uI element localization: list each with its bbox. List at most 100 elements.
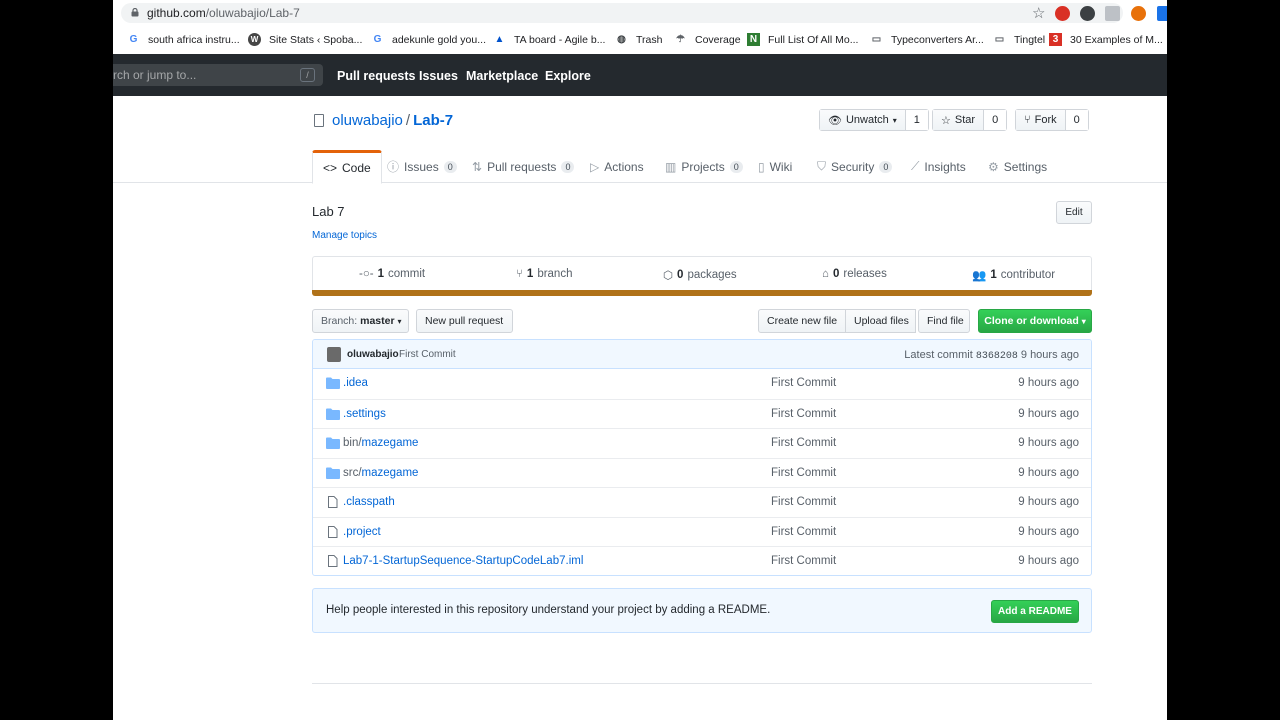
nav-marketplace[interactable]: Marketplace (466, 69, 538, 83)
bookmark-item[interactable]: ☂ Coverage (674, 33, 741, 46)
star-label: Star (954, 114, 976, 126)
tab-actions[interactable]: ▷ Actions (590, 150, 644, 183)
repo-name-link[interactable]: Lab-7 (413, 112, 453, 129)
folder-icon (326, 408, 340, 420)
manage-topics-link[interactable]: Manage topics (312, 230, 377, 241)
clone-download-button[interactable]: Clone or download ▾ (978, 309, 1092, 333)
star-count[interactable]: 0 (984, 110, 1007, 130)
commit-author-link[interactable]: oluwabajio (347, 349, 399, 360)
bookmark-item[interactable]: Gsouth africa instru... (127, 33, 240, 46)
folder-icon: ▭ (871, 34, 882, 45)
star-button[interactable]: ☆ Star (933, 110, 985, 130)
file-name-link[interactable]: .project (343, 526, 381, 538)
contributors-link[interactable]: 👥 1 contributor (972, 268, 1055, 282)
extension-grey-icon[interactable] (1105, 6, 1120, 21)
search-input[interactable]: rch or jump to... / (113, 64, 323, 86)
fork-button[interactable]: ⑂ Fork (1016, 110, 1066, 130)
watch-count[interactable]: 1 (905, 110, 928, 130)
file-name-link[interactable]: .settings (343, 408, 386, 420)
file-row[interactable]: .settings First Commit 9 hours ago (313, 398, 1091, 429)
file-row[interactable]: .project First Commit 9 hours ago (313, 516, 1091, 547)
file-row[interactable]: .classpath First Commit 9 hours ago (313, 487, 1091, 517)
bookmark-star-icon[interactable]: ☆ (1032, 4, 1045, 22)
bookmark-item[interactable]: ▭ Tingtel (993, 33, 1045, 46)
graph-icon: ⟋ (911, 159, 920, 173)
nav-issues[interactable]: Issues (419, 69, 458, 83)
tab-pull-requests[interactable]: ⇅ Pull requests 0 (472, 150, 575, 183)
find-file-button[interactable]: Find file (918, 309, 970, 333)
file-row[interactable]: .idea First Commit 9 hours ago (313, 369, 1091, 399)
fork-count[interactable]: 0 (1065, 110, 1088, 130)
file-row[interactable]: bin/mazegame First Commit 9 hours ago (313, 428, 1091, 458)
address-bar[interactable]: github.com/oluwabajio/Lab-7 ☆ (121, 3, 1123, 23)
unwatch-button[interactable]: 👁 Unwatch ▾ (820, 110, 906, 130)
packages-link[interactable]: ⬡ 0 packages (663, 268, 737, 282)
repo-icon (314, 114, 324, 127)
avatar[interactable] (327, 347, 341, 362)
commit-message-link[interactable]: First Commit (399, 349, 456, 360)
file-name-link[interactable]: Lab7-1-StartupSequence-StartupCodeLab7.i… (343, 555, 583, 567)
bookmark-item[interactable]: ▭ Typeconverters Ar... (870, 33, 984, 46)
bookmark-item[interactable]: 3 30 Examples of M... (1049, 33, 1163, 46)
tab-code[interactable]: <> Code (312, 150, 382, 184)
tab-wiki[interactable]: ▯ Wiki (758, 150, 792, 183)
nav-pull-requests[interactable]: Pull requests (337, 69, 416, 83)
create-new-file-button[interactable]: Create new file (758, 309, 846, 333)
file-name-link[interactable]: bin/mazegame (343, 437, 418, 449)
file-commit-message-link[interactable]: First Commit (771, 467, 836, 479)
repo-owner-link[interactable]: oluwabajio (332, 112, 403, 129)
pull-request-icon: ⇅ (472, 159, 483, 174)
file-commit-message-link[interactable]: First Commit (771, 377, 836, 389)
file-commit-message-link[interactable]: First Commit (771, 408, 836, 420)
bookmark-item[interactable]: ▲ TA board - Agile b... (493, 33, 606, 46)
tab-issues[interactable]: ⓘ Issues 0 (387, 150, 457, 183)
branch-select-button[interactable]: Branch: master ▾ (312, 309, 409, 333)
file-commit-message-link[interactable]: First Commit (771, 437, 836, 449)
tab-projects[interactable]: ▥ Projects 0 (665, 150, 743, 183)
bookmark-item[interactable]: ◍ Trash (615, 33, 662, 46)
caret-down-icon: ▾ (1081, 316, 1086, 326)
tab-security[interactable]: ⛉ Security 0 (817, 150, 893, 183)
file-commit-message-link[interactable]: First Commit (771, 526, 836, 538)
nav-explore[interactable]: Explore (545, 69, 591, 83)
file-row[interactable]: Lab7-1-StartupSequence-StartupCodeLab7.i… (313, 546, 1091, 575)
upload-files-button[interactable]: Upload files (845, 309, 916, 333)
extension-k-icon[interactable] (1080, 6, 1095, 21)
bookmark-item[interactable]: Gadekunle gold you... (371, 33, 486, 46)
extension-orange-icon[interactable] (1131, 6, 1146, 21)
tab-label: Actions (604, 159, 644, 174)
play-icon: ▷ (590, 159, 600, 174)
file-name: .settings (343, 407, 386, 420)
file-name-link[interactable]: .idea (343, 377, 368, 389)
tab-insights[interactable]: ⟋ Insights (911, 150, 966, 183)
add-readme-button[interactable]: Add a README (991, 600, 1079, 623)
file-commit-message-link[interactable]: First Commit (771, 555, 836, 567)
releases-link[interactable]: ⌂ 0 releases (822, 268, 887, 280)
numbers-summary: -○- 1 commit ⑂ 1 branch ⬡ 0 packages ⌂ 0 release… (312, 256, 1092, 291)
new-pull-request-button[interactable]: New pull request (416, 309, 513, 333)
bookmark-label: Trash (636, 33, 663, 46)
tab-settings[interactable]: ⚙ Settings (988, 150, 1047, 183)
file-row[interactable]: src/mazegame First Commit 9 hours ago (313, 457, 1091, 488)
file-commit-message-link[interactable]: First Commit (771, 496, 836, 508)
contributors-label: contributor (1000, 269, 1056, 281)
globe-icon: ◍ (617, 34, 626, 45)
branches-link[interactable]: ⑂ 1 branch (516, 268, 572, 280)
file-name: .classpath (343, 496, 395, 508)
file-name-link[interactable]: src/mazegame (343, 467, 418, 479)
edit-description-button[interactable]: Edit (1056, 201, 1092, 224)
commit-sha-link[interactable]: 8368208 (976, 351, 1018, 362)
file-icon (328, 496, 338, 508)
url-host: github.com (147, 6, 206, 20)
bookmark-item[interactable]: W Site Stats ‹ Spoba... (248, 33, 362, 46)
code-icon: <> (323, 161, 338, 175)
language-bar[interactable] (312, 290, 1092, 296)
commits-link[interactable]: -○- 1 commit (359, 268, 425, 280)
extension-red-icon[interactable] (1055, 6, 1070, 21)
bookmark-label: Full List Of All Mo... (768, 33, 859, 46)
browser-window: github.com/oluwabajio/Lab-7 ☆ Gsouth afr… (113, 0, 1167, 720)
bookmark-label: 30 Examples of M... (1070, 33, 1163, 46)
file-name-link[interactable]: .classpath (343, 496, 395, 508)
extension-blue-icon[interactable] (1157, 6, 1167, 21)
bookmark-item[interactable]: N Full List Of All Mo... (747, 33, 858, 46)
